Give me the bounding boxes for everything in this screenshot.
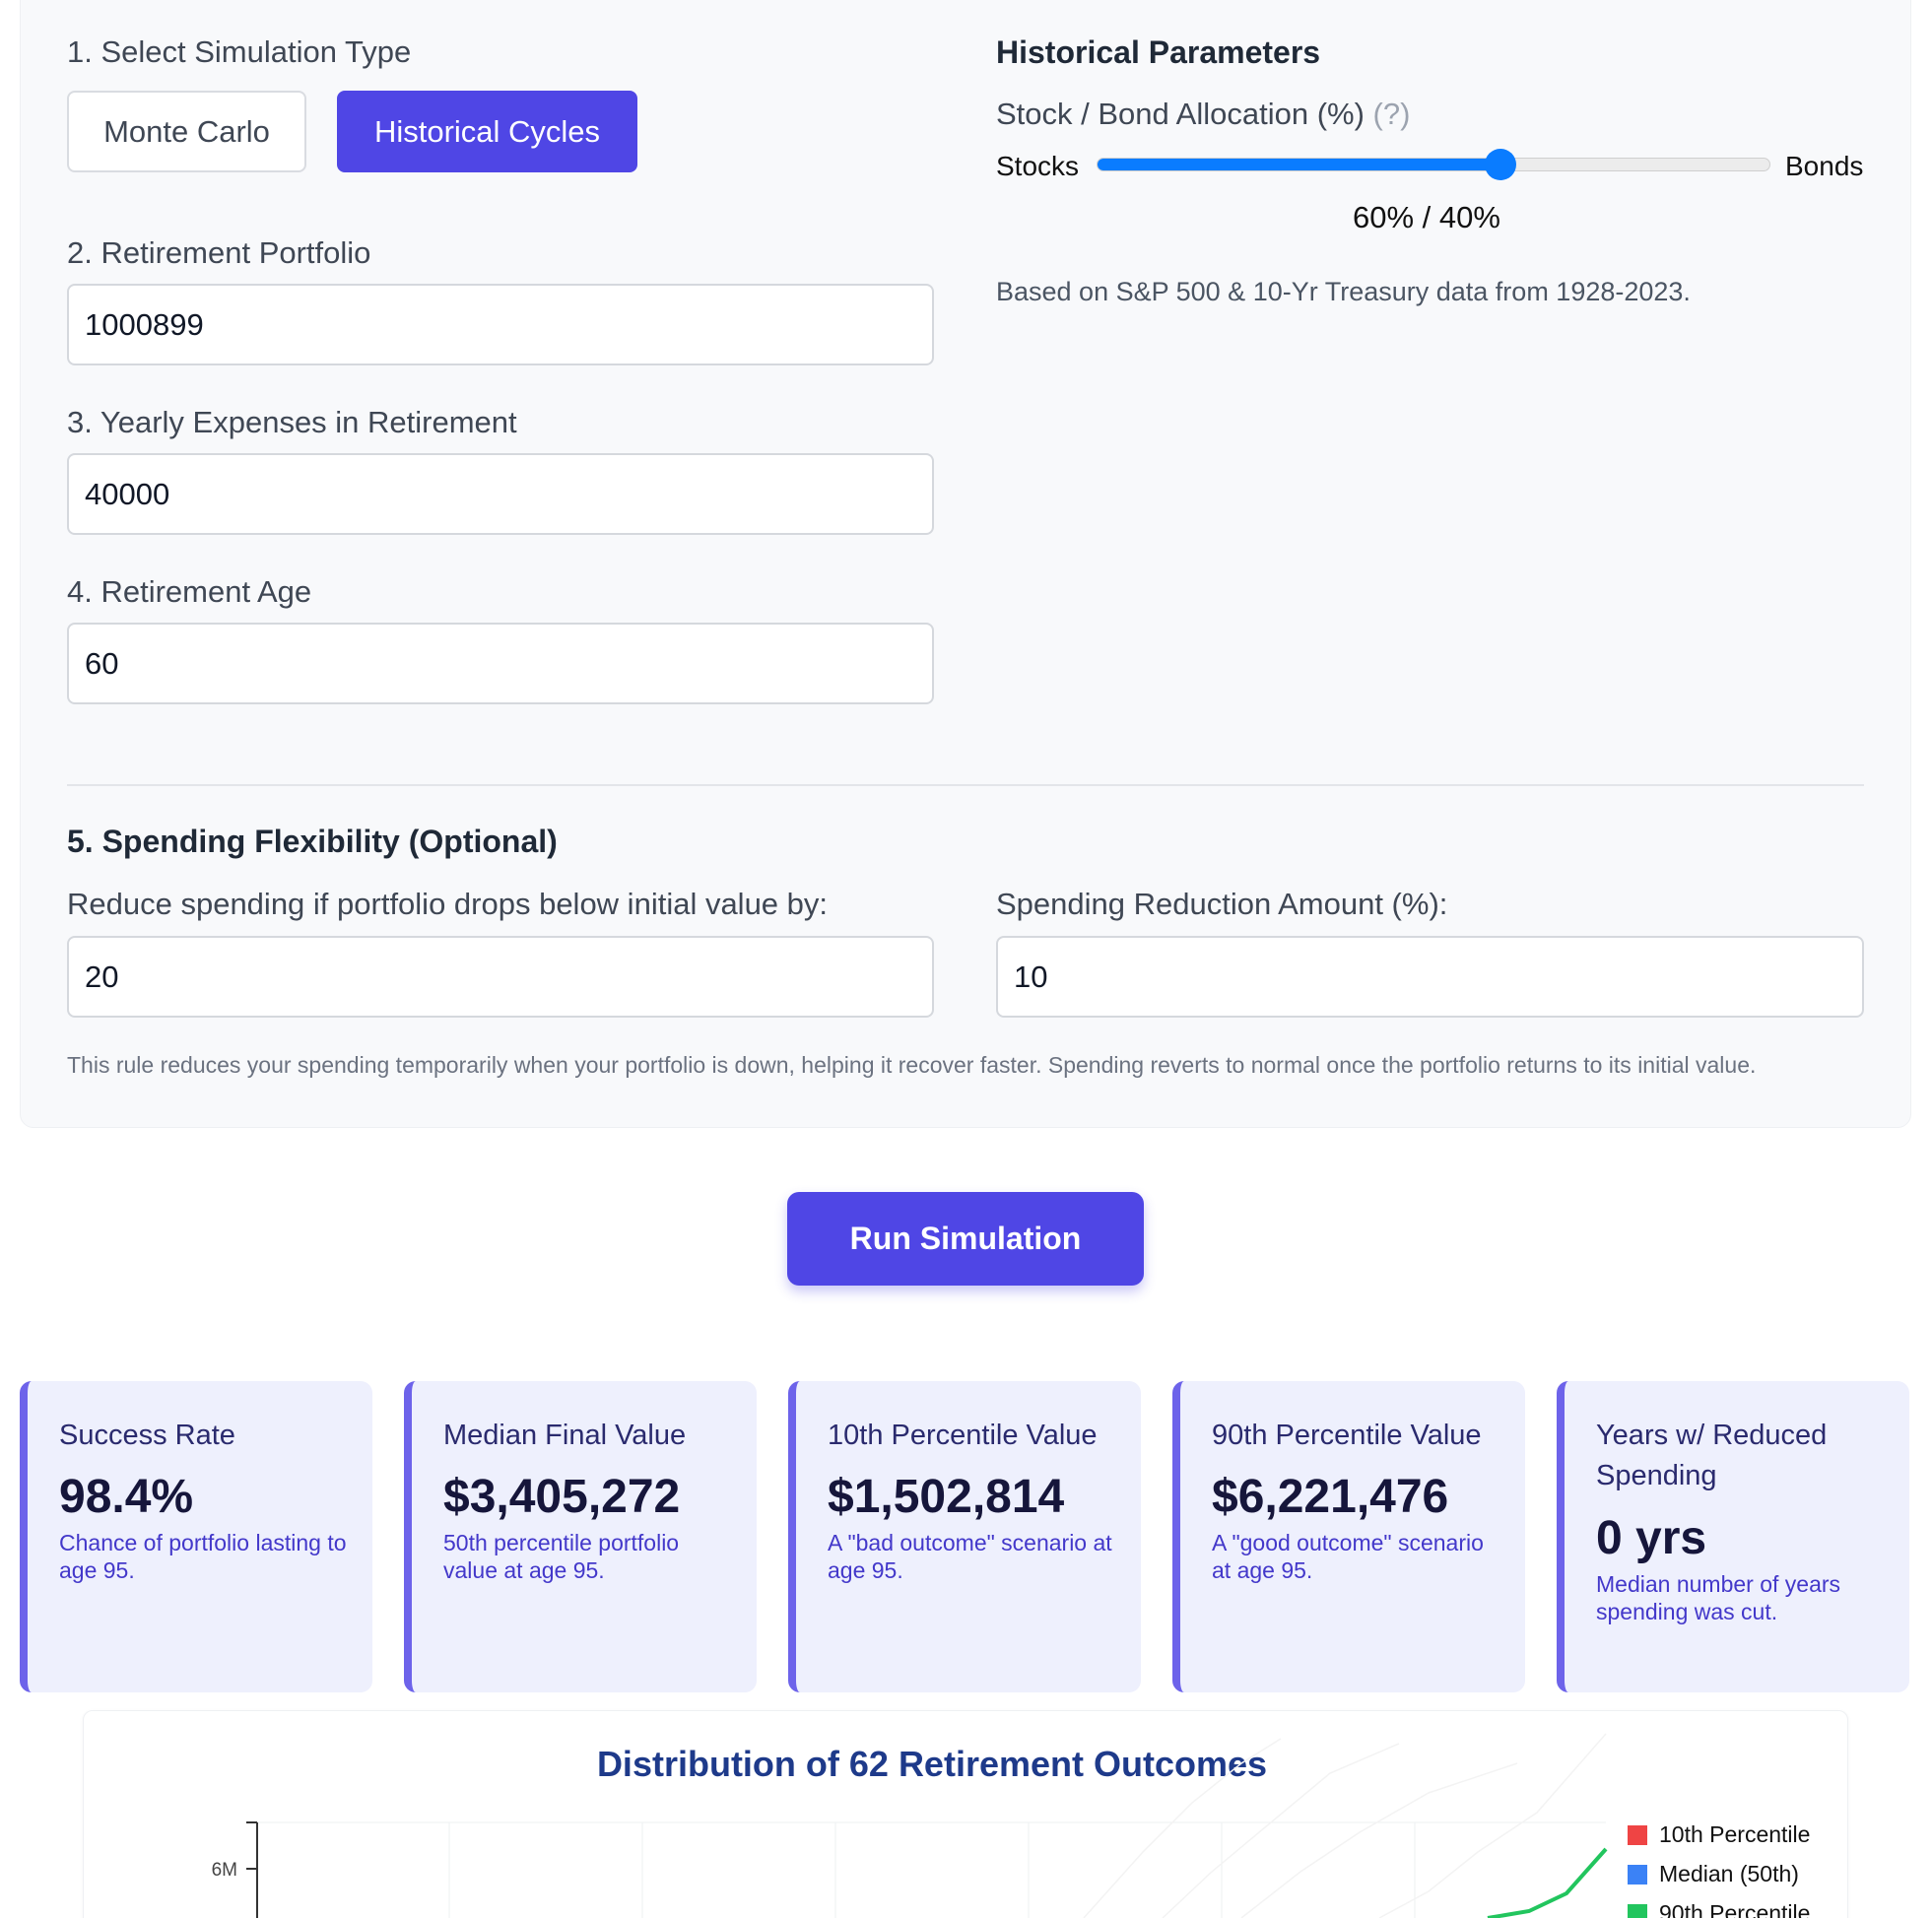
trajectory-line <box>1240 1762 1518 1918</box>
p90-series-line <box>1487 1847 1608 1918</box>
legend-item-p10: 10th Percentile <box>1628 1821 1810 1848</box>
legend-item-p90: 90th Percentile <box>1628 1900 1810 1918</box>
legend-swatch <box>1628 1864 1647 1885</box>
y-tick-label: 6M <box>212 1860 237 1881</box>
chart-plot: 6M <box>212 1733 1608 1918</box>
trajectory-line <box>1378 1733 1607 1918</box>
legend-item-median: Median (50th) <box>1628 1861 1799 1887</box>
legend-swatch <box>1628 1903 1647 1918</box>
chart-gridlines <box>257 1821 1606 1918</box>
legend-label: 10th Percentile <box>1659 1821 1811 1847</box>
faint-trajectories <box>1083 1733 1607 1918</box>
legend-swatch <box>1628 1824 1647 1845</box>
trajectory-line <box>1083 1738 1282 1918</box>
legend-label: Median (50th) <box>1659 1861 1799 1886</box>
legend-label: 90th Percentile <box>1659 1900 1811 1918</box>
